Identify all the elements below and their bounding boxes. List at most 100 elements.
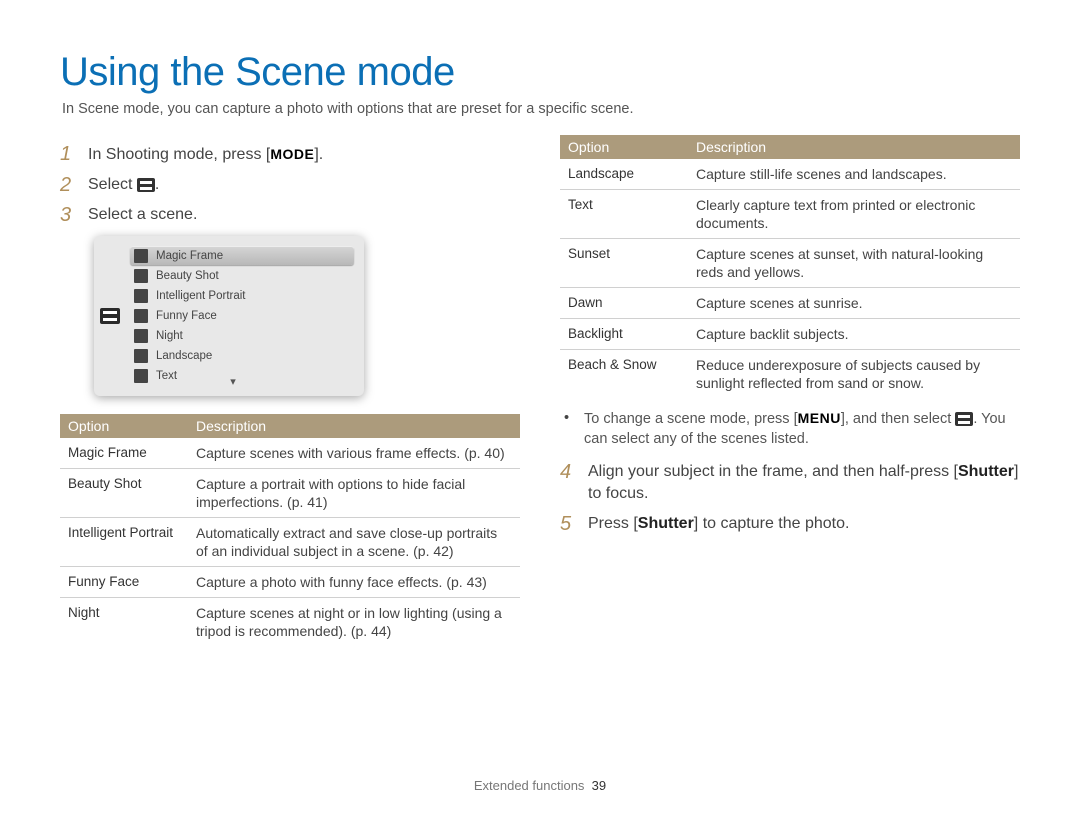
opt-name: Dawn (560, 288, 688, 319)
scene-item-label: Beauty Shot (156, 270, 219, 282)
tip-text-b: ], and then select (841, 411, 955, 427)
intro-text: In Scene mode, you can capture a photo w… (62, 101, 1020, 117)
opt-desc: Capture a photo with funny face effects.… (188, 567, 520, 598)
scene-item-intelligent-portrait: Intelligent Portrait (134, 286, 354, 305)
step-1: 1 In Shooting mode, press [MODE]. (60, 143, 520, 166)
step-2-text-a: Select (88, 176, 137, 193)
opt-desc: Automatically extract and save close-up … (188, 518, 520, 567)
opt-name: Intelligent Portrait (60, 518, 188, 567)
table-row: Text Clearly capture text from printed o… (560, 190, 1020, 239)
footer-section: Extended functions (474, 778, 585, 793)
scene-item-funny-face: Funny Face (134, 306, 354, 325)
option-table-2: Option Description Landscape Capture sti… (560, 135, 1020, 398)
opt-name: Sunset (560, 239, 688, 288)
step-5-text-b: ] to capture the photo. (694, 515, 850, 532)
step-number: 1 (60, 143, 78, 165)
scene-item-label: Magic Frame (156, 250, 223, 262)
table-row: Landscape Capture still-life scenes and … (560, 159, 1020, 190)
scene-item-label: Text (156, 370, 177, 382)
shutter-label: Shutter (958, 463, 1014, 480)
step-1-text-b: ]. (314, 146, 323, 163)
opt-name: Beauty Shot (60, 469, 188, 518)
menu-button-label: MENU (798, 410, 841, 426)
opt-desc: Capture scenes at sunrise. (688, 288, 1020, 319)
step-2-text-b: . (155, 176, 159, 193)
page-footer: Extended functions 39 (0, 778, 1080, 793)
step-3-text: Select a scene. (88, 204, 520, 226)
scene-icon (137, 178, 155, 192)
table-row: Dawn Capture scenes at sunrise. (560, 288, 1020, 319)
opt-desc: Capture scenes with various frame effect… (188, 438, 520, 469)
scene-item-text: Text (134, 366, 354, 385)
scene-icon (955, 412, 973, 426)
step-number: 3 (60, 204, 78, 226)
beauty-shot-icon (134, 269, 148, 283)
opt-name: Backlight (560, 319, 688, 350)
th-description: Description (688, 135, 1020, 159)
bullet-icon: • (564, 408, 576, 449)
opt-name: Text (560, 190, 688, 239)
step-number: 5 (560, 513, 578, 535)
step-3: 3 Select a scene. (60, 204, 520, 226)
table-row: Backlight Capture backlit subjects. (560, 319, 1020, 350)
opt-desc: Capture a portrait with options to hide … (188, 469, 520, 518)
footer-page-number: 39 (592, 778, 606, 793)
step-number: 2 (60, 174, 78, 196)
opt-desc: Capture scenes at sunset, with natural-l… (688, 239, 1020, 288)
step-5-text-a: Press [ (588, 515, 638, 532)
scene-list-screenshot: ▴ Magic Frame Beauty Shot Intelligent Po… (94, 236, 364, 396)
right-column: Option Description Landscape Capture sti… (560, 135, 1020, 646)
table-row: Magic Frame Capture scenes with various … (60, 438, 520, 469)
table-row: Beach & Snow Reduce underexposure of sub… (560, 350, 1020, 399)
mode-button-label: MODE (270, 146, 314, 162)
shutter-label: Shutter (638, 515, 694, 532)
scene-item-magic-frame: Magic Frame (130, 246, 354, 265)
night-icon (134, 329, 148, 343)
opt-name: Landscape (560, 159, 688, 190)
opt-name: Beach & Snow (560, 350, 688, 399)
table-row: Sunset Capture scenes at sunset, with na… (560, 239, 1020, 288)
option-table-1: Option Description Magic Frame Capture s… (60, 414, 520, 646)
scene-list-items: Magic Frame Beauty Shot Intelligent Port… (134, 246, 354, 386)
opt-name: Night (60, 598, 188, 647)
funny-face-icon (134, 309, 148, 323)
chevron-down-icon: ▾ (230, 375, 236, 388)
step-4: 4 Align your subject in the frame, and t… (560, 461, 1020, 505)
step-number: 4 (560, 461, 578, 483)
scene-item-label: Funny Face (156, 310, 217, 322)
landscape-icon (134, 349, 148, 363)
step-4-text-a: Align your subject in the frame, and the… (588, 463, 958, 480)
opt-desc: Capture still-life scenes and landscapes… (688, 159, 1020, 190)
table-row: Funny Face Capture a photo with funny fa… (60, 567, 520, 598)
th-description: Description (188, 414, 520, 438)
scene-item-night: Night (134, 326, 354, 345)
page-title: Using the Scene mode (60, 50, 1020, 95)
step-1-text-a: In Shooting mode, press [ (88, 146, 270, 163)
scene-item-label: Night (156, 330, 183, 342)
step-5: 5 Press [Shutter] to capture the photo. (560, 513, 1020, 535)
opt-name: Magic Frame (60, 438, 188, 469)
opt-desc: Capture backlit subjects. (688, 319, 1020, 350)
opt-desc: Capture scenes at night or in low lighti… (188, 598, 520, 647)
step-2: 2 Select . (60, 174, 520, 196)
scene-item-label: Intelligent Portrait (156, 290, 246, 302)
table-row: Beauty Shot Capture a portrait with opti… (60, 469, 520, 518)
text-icon (134, 369, 148, 383)
opt-desc: Clearly capture text from printed or ele… (688, 190, 1020, 239)
left-column: 1 In Shooting mode, press [MODE]. 2 Sele… (60, 135, 520, 646)
magic-frame-icon (134, 249, 148, 263)
th-option: Option (560, 135, 688, 159)
opt-desc: Reduce underexposure of subjects caused … (688, 350, 1020, 399)
scene-item-landscape: Landscape (134, 346, 354, 365)
intelligent-portrait-icon (134, 289, 148, 303)
table-row: Intelligent Portrait Automatically extra… (60, 518, 520, 567)
scene-item-label: Landscape (156, 350, 212, 362)
opt-name: Funny Face (60, 567, 188, 598)
scene-mode-icon (100, 308, 120, 324)
th-option: Option (60, 414, 188, 438)
tip-text-a: To change a scene mode, press [ (584, 411, 798, 427)
tip-bullet: • To change a scene mode, press [MENU], … (564, 408, 1020, 449)
manual-page: Using the Scene mode In Scene mode, you … (0, 0, 1080, 815)
scene-item-beauty-shot: Beauty Shot (134, 266, 354, 285)
table-row: Night Capture scenes at night or in low … (60, 598, 520, 647)
